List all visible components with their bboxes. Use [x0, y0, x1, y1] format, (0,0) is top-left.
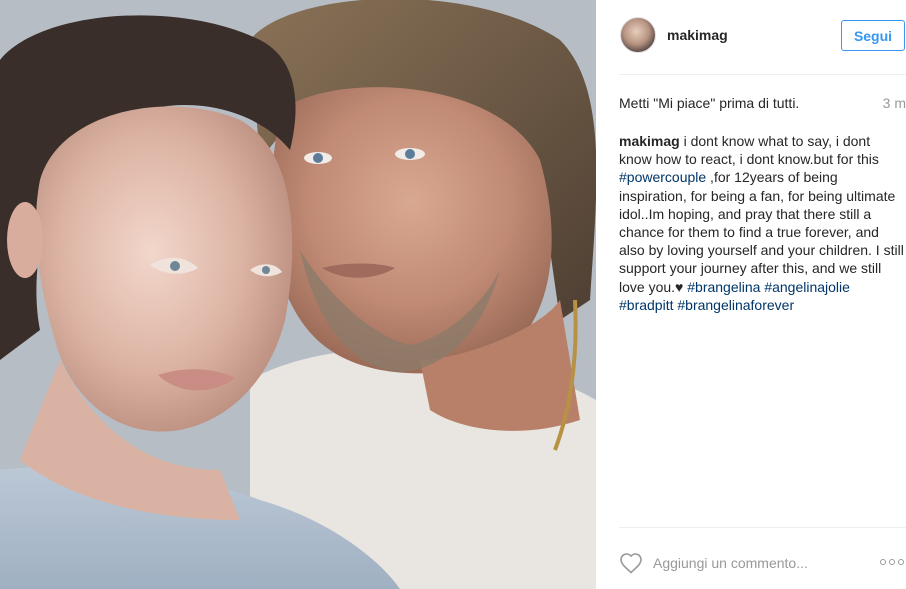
likes-text[interactable]: Metti "Mi piace" prima di tutti. [619, 95, 799, 111]
post-timestamp[interactable]: 3 m [883, 95, 906, 111]
hashtag-link[interactable]: #powercouple [619, 169, 706, 185]
post-caption: makimag i dont know what to say, i dont … [619, 132, 906, 314]
comment-input[interactable] [653, 552, 863, 574]
post-sidebar: makimag Segui Metti "Mi piace" prima di … [596, 0, 906, 589]
hashtag-link[interactable]: #bradpitt [619, 297, 673, 313]
hashtag-link[interactable]: #brangelinaforever [677, 297, 794, 313]
comment-bar [619, 544, 906, 580]
dot [889, 559, 895, 565]
heart-icon[interactable] [619, 552, 643, 574]
header-divider [619, 74, 906, 75]
dot [880, 559, 886, 565]
follow-button[interactable]: Segui [841, 20, 905, 51]
hashtag-link[interactable]: #brangelina [687, 279, 760, 295]
likes-row: Metti "Mi piace" prima di tutti. 3 m [619, 95, 906, 113]
couple-photo-illustration [0, 0, 596, 589]
caption-username[interactable]: makimag [619, 133, 680, 149]
hashtag-link[interactable]: #angelinajolie [764, 279, 850, 295]
caption-text: ,for 12years of being inspiration, for b… [619, 169, 904, 295]
avatar[interactable] [620, 17, 656, 53]
dot [898, 559, 904, 565]
comment-divider [619, 527, 906, 528]
username-link[interactable]: makimag [667, 27, 728, 43]
post-image[interactable] [0, 0, 596, 589]
post-header: makimag Segui [596, 0, 906, 74]
more-options-icon[interactable] [880, 555, 906, 569]
